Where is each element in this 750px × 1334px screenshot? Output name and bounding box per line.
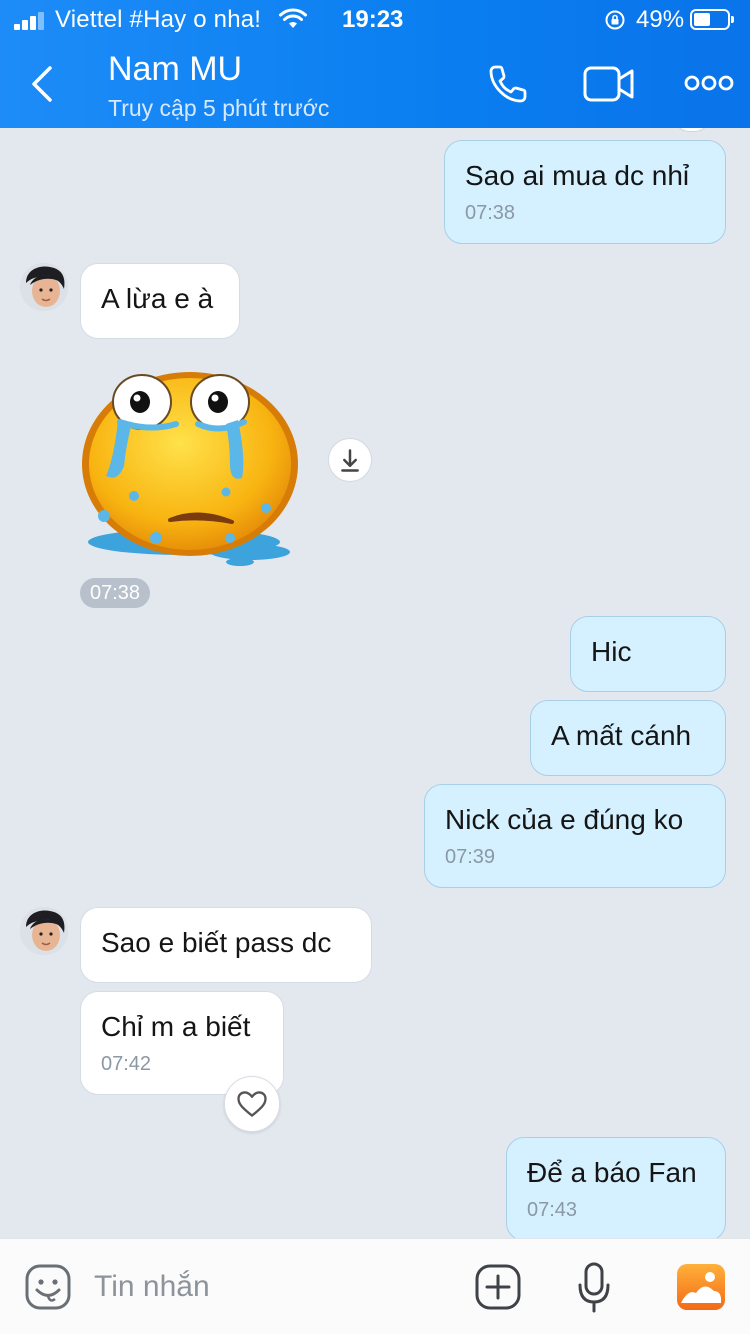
message-time: 07:39	[445, 846, 496, 868]
chat-header: Viettel #Hay o nha! 19:23 49% Nam MU Tru…	[0, 0, 750, 128]
sticker-time: 07:38	[80, 578, 151, 608]
rotation-lock-icon	[605, 10, 625, 30]
message-bubble-incoming[interactable]: A lừa e à	[80, 263, 240, 339]
phone-call-icon[interactable]	[486, 62, 530, 106]
message-time: 07:42	[101, 1053, 152, 1075]
message-list[interactable]: Sao ai mua dc nhỉ 07:38 A lừa e à 07:38 …	[0, 128, 750, 1238]
message-bubble-incoming[interactable]: Sao e biết pass dc	[80, 907, 372, 983]
message-text: Nick của e đúng ko	[445, 804, 684, 835]
message-text: Sao ai mua dc nhỉ	[465, 160, 690, 191]
more-options-icon[interactable]	[684, 72, 734, 94]
battery-fill	[694, 13, 710, 26]
carrier-name: Viettel #Hay o nha!	[55, 6, 262, 33]
message-bubble-outgoing[interactable]: Sao ai mua dc nhỉ 07:38	[444, 140, 726, 244]
message-bubble-outgoing[interactable]: A mất cánh	[530, 700, 726, 776]
message-bubble-outgoing[interactable]: Nick của e đúng ko 07:39	[424, 784, 726, 888]
message-composer	[0, 1238, 750, 1334]
avatar[interactable]	[20, 907, 68, 955]
video-call-icon[interactable]	[582, 64, 636, 104]
message-text: Chỉ m a biết	[101, 1011, 251, 1042]
previous-reaction-peek	[672, 128, 712, 132]
message-text: Để a báo Fan	[527, 1157, 697, 1188]
heart-reaction-icon[interactable]	[224, 1076, 280, 1132]
contact-status: Truy cập 5 phút trước	[108, 95, 330, 121]
battery-icon	[690, 9, 734, 30]
clock: 19:23	[342, 6, 404, 33]
add-icon[interactable]	[474, 1263, 522, 1311]
emoji-icon[interactable]	[24, 1263, 72, 1311]
contact-avatar-image	[20, 907, 68, 955]
status-bar: Viettel #Hay o nha! 19:23 49%	[0, 0, 750, 40]
message-time: 07:43	[527, 1199, 578, 1221]
message-text: Hic	[591, 636, 632, 667]
message-text: A mất cánh	[551, 720, 692, 751]
message-text: A lừa e à	[101, 283, 214, 314]
back-button[interactable]	[22, 58, 66, 110]
avatar[interactable]	[20, 263, 68, 311]
message-bubble-outgoing[interactable]: Để a báo Fan 07:43	[506, 1137, 726, 1238]
microphone-icon[interactable]	[576, 1261, 612, 1315]
wifi-icon	[279, 8, 307, 28]
message-text: Sao e biết pass dc	[101, 927, 332, 958]
download-icon[interactable]	[328, 438, 372, 482]
contact-avatar-image	[20, 263, 68, 311]
battery-percent: 49%	[636, 6, 685, 33]
signal-icon	[14, 12, 48, 30]
message-time: 07:38	[465, 202, 516, 224]
message-bubble-outgoing[interactable]: Hic	[570, 616, 726, 692]
message-input[interactable]	[94, 1265, 454, 1309]
gallery-icon[interactable]	[676, 1263, 726, 1311]
crying-face-sticker[interactable]	[80, 358, 300, 570]
contact-name[interactable]: Nam MU	[108, 50, 242, 89]
sticker-image	[82, 372, 298, 566]
